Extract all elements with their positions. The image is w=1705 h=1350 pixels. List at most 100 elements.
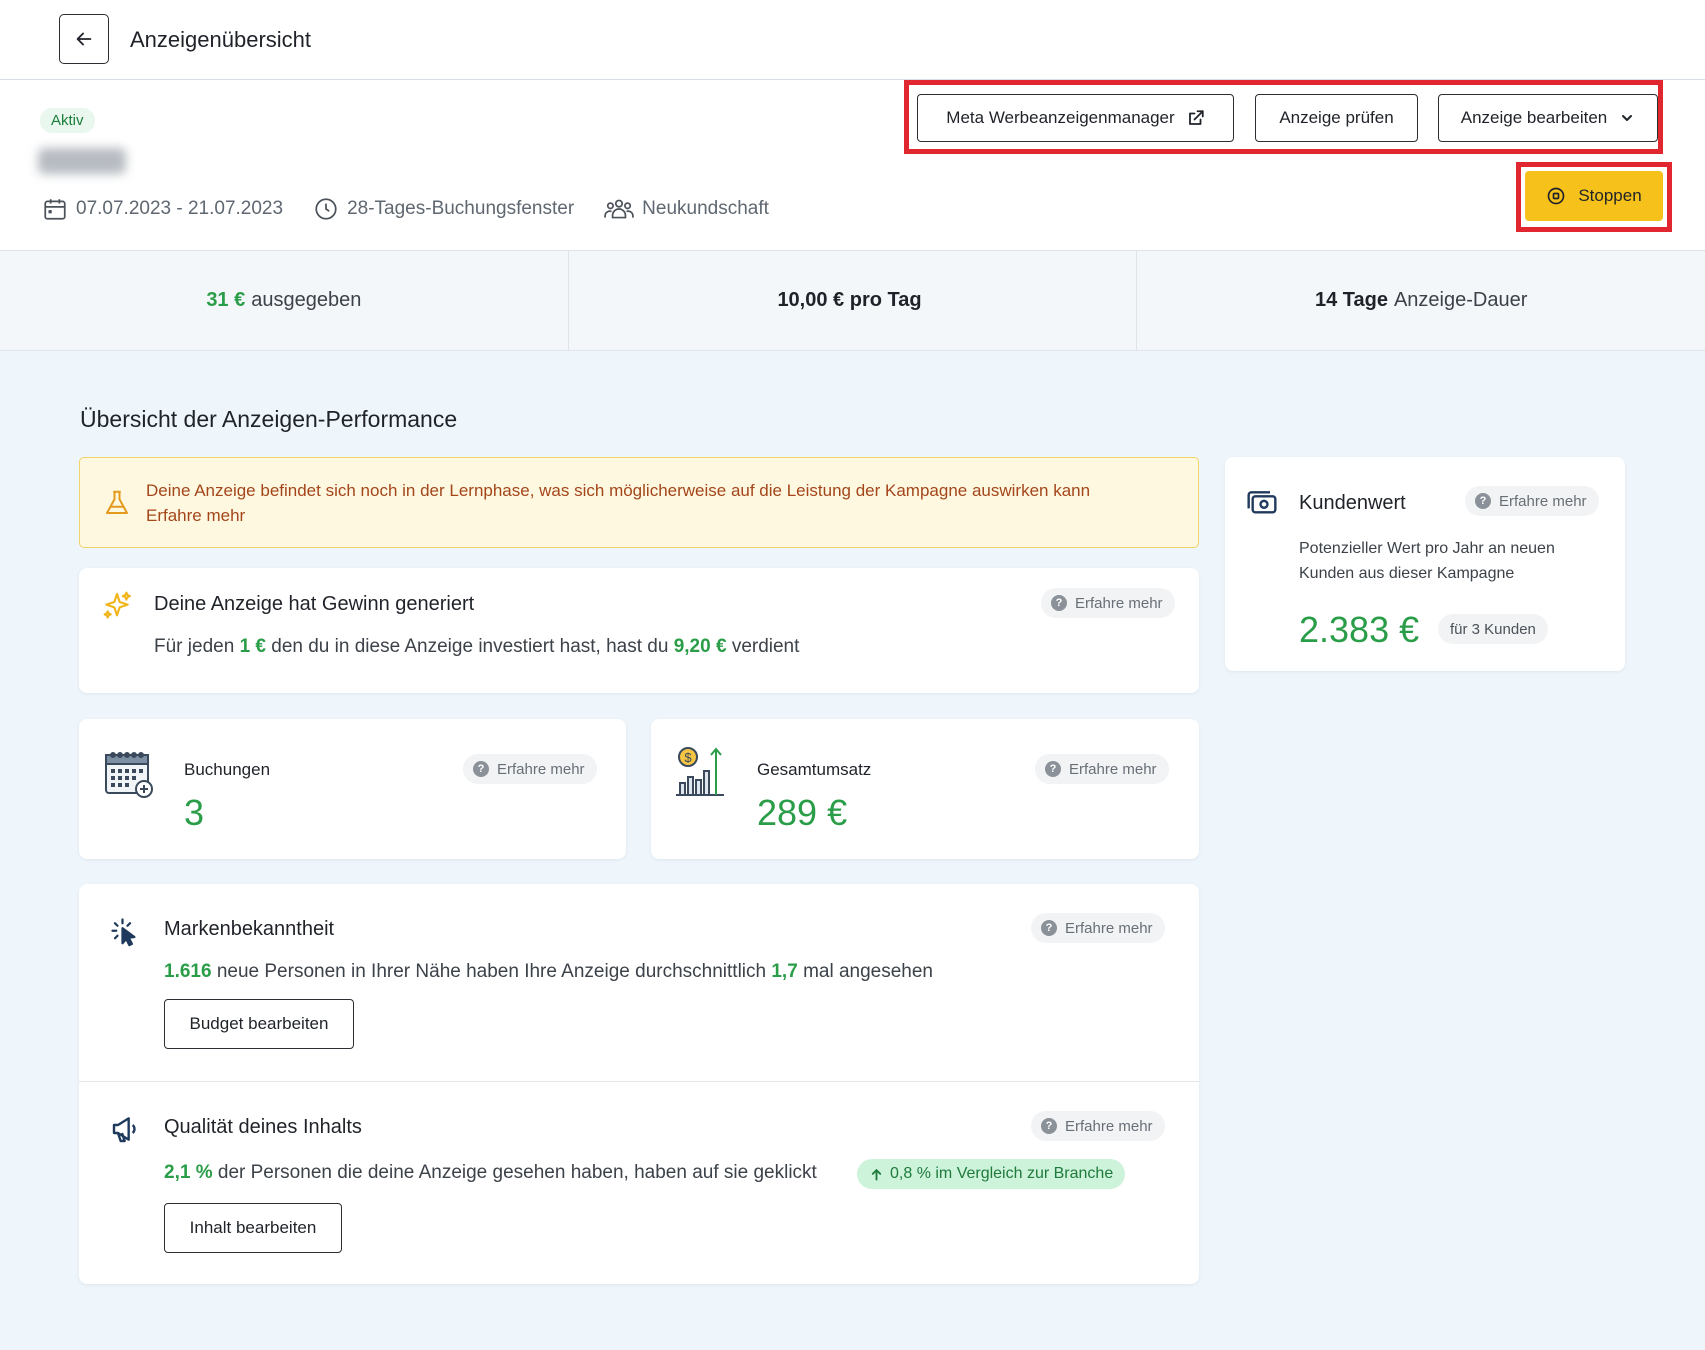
brand-people-value: 1.616 bbox=[164, 961, 212, 982]
back-button[interactable] bbox=[59, 14, 109, 64]
customer-value-learn-more[interactable]: ? Erfahre mehr bbox=[1465, 486, 1599, 516]
spent-label: ausgegeben bbox=[251, 289, 362, 311]
cursor-click-icon bbox=[111, 918, 136, 947]
brand-text: 1.616 neue Personen in Ihrer Nähe haben … bbox=[164, 961, 933, 983]
learn-more-label: Erfahre mehr bbox=[1065, 1117, 1153, 1135]
arrow-left-icon bbox=[76, 32, 92, 46]
money-icon bbox=[1247, 491, 1277, 514]
stop-label: Stoppen bbox=[1578, 186, 1642, 205]
revenue-value: 289 € bbox=[757, 792, 848, 833]
learning-phase-warning: Deine Anzeige befindet sich noch in der … bbox=[79, 457, 1199, 548]
revenue-card: $ Gesamtumsatz ? Erfahre mehr 289 € bbox=[651, 719, 1199, 859]
review-ad-button[interactable]: Anzeige prüfen bbox=[1255, 94, 1418, 142]
warning-learn-more-link[interactable]: Erfahre mehr bbox=[146, 506, 245, 526]
audience: Neukundschaft bbox=[604, 196, 769, 222]
bookings-title: Buchungen bbox=[184, 760, 271, 779]
calendar-grid-icon bbox=[105, 752, 153, 798]
quality-text: 2,1 % der Personen die deine Anzeige ges… bbox=[164, 1162, 817, 1184]
customer-value-title: Kundenwert bbox=[1299, 492, 1406, 514]
stat-per-day: 10,00 € pro Tag bbox=[569, 251, 1138, 350]
booking-window: 28-Tages-Buchungsfenster bbox=[313, 196, 574, 222]
profit-card: Deine Anzeige hat Gewinn generiert ? Erf… bbox=[79, 568, 1199, 693]
profit-invest-value: 1 € bbox=[239, 636, 266, 657]
meta-ads-manager-label: Meta Werbeanzeigenmanager bbox=[946, 108, 1175, 127]
question-icon: ? bbox=[1051, 595, 1067, 611]
status-badge: Aktiv bbox=[40, 108, 95, 133]
revenue-title: Gesamtumsatz bbox=[757, 760, 872, 779]
edit-ad-label: Anzeige bearbeiten bbox=[1460, 108, 1608, 127]
external-link-icon bbox=[1188, 110, 1204, 125]
clock-icon bbox=[315, 198, 337, 220]
svg-text:$: $ bbox=[684, 750, 692, 765]
calendar-icon bbox=[44, 199, 66, 220]
warning-text: Deine Anzeige befindet sich noch in der … bbox=[146, 481, 1091, 500]
profit-learn-more[interactable]: ? Erfahre mehr bbox=[1041, 588, 1175, 618]
learn-more-label: Erfahre mehr bbox=[497, 760, 585, 778]
section-title: Übersicht der Anzeigen-Performance bbox=[80, 406, 458, 432]
booking-window-text: 28-Tages-Buchungsfenster bbox=[347, 198, 575, 219]
megaphone-icon bbox=[112, 1117, 136, 1143]
brand-frequency-value: 1,7 bbox=[771, 961, 798, 982]
profit-text-1: Für jeden bbox=[154, 636, 235, 657]
question-icon: ? bbox=[1041, 920, 1057, 936]
quality-text-1: der Personen die deine Anzeige gesehen h… bbox=[217, 1162, 817, 1183]
meta-ads-manager-button[interactable]: Meta Werbeanzeigenmanager bbox=[917, 94, 1234, 142]
bookings-value: 3 bbox=[184, 792, 205, 833]
spent-value: 31 € bbox=[206, 289, 246, 311]
ad-name-blurred bbox=[38, 148, 126, 174]
brand-text-1: neue Personen in Ihrer Nähe haben Ihre A… bbox=[216, 961, 767, 982]
duration-label: Anzeige-Dauer bbox=[1393, 289, 1528, 311]
quality-learn-more[interactable]: ? Erfahre mehr bbox=[1031, 1111, 1165, 1141]
question-icon: ? bbox=[1041, 1118, 1057, 1134]
edit-content-button[interactable]: Inhalt bearbeiten bbox=[164, 1203, 342, 1253]
customer-value-amount: 2.383 € bbox=[1299, 609, 1420, 650]
edit-content-label: Inhalt bearbeiten bbox=[189, 1218, 317, 1237]
profit-text-2: den du in diese Anzeige investiert hast,… bbox=[271, 636, 669, 657]
bookings-learn-more[interactable]: ? Erfahre mehr bbox=[463, 754, 597, 784]
profit-text: Für jeden 1 € den du in diese Anzeige in… bbox=[154, 636, 799, 658]
bookings-card: Buchungen ? Erfahre mehr 3 bbox=[79, 719, 626, 859]
learn-more-label: Erfahre mehr bbox=[1069, 760, 1157, 778]
arrow-up-icon bbox=[871, 1168, 882, 1180]
stat-spent: 31 € ausgegeben bbox=[0, 251, 569, 350]
profit-earned-value: 9,20 € bbox=[673, 636, 727, 657]
industry-compare-text: 0,8 % im Vergleich zur Branche bbox=[890, 1165, 1114, 1182]
duration-value: 14 Tage bbox=[1314, 289, 1388, 311]
learn-more-label: Erfahre mehr bbox=[1075, 594, 1163, 612]
profit-title: Deine Anzeige hat Gewinn generiert bbox=[154, 593, 475, 615]
learn-more-label: Erfahre mehr bbox=[1065, 919, 1153, 937]
stat-duration: 14 Tage Anzeige-Dauer bbox=[1137, 251, 1705, 350]
review-ad-label: Anzeige prüfen bbox=[1279, 108, 1394, 127]
card-divider bbox=[79, 1081, 1199, 1082]
sparkle-icon bbox=[103, 591, 131, 619]
stats-row: 31 € ausgegeben 10,00 € pro Tag 14 Tage … bbox=[0, 250, 1705, 351]
people-icon bbox=[604, 199, 634, 219]
question-icon: ? bbox=[1045, 761, 1061, 777]
top-bar: Anzeigenübersicht bbox=[0, 0, 1705, 80]
stop-button[interactable]: Stoppen bbox=[1525, 171, 1663, 221]
brand-text-2: mal angesehen bbox=[803, 961, 933, 982]
audience-text: Neukundschaft bbox=[642, 198, 769, 219]
brand-title: Markenbekanntheit bbox=[164, 918, 335, 940]
stop-circle-icon bbox=[1547, 187, 1565, 205]
date-range-text: 07.07.2023 - 21.07.2023 bbox=[76, 198, 284, 219]
brand-learn-more[interactable]: ? Erfahre mehr bbox=[1031, 913, 1165, 943]
date-range: 07.07.2023 - 21.07.2023 bbox=[42, 196, 283, 222]
customer-count-badge: für 3 Kunden bbox=[1438, 614, 1548, 644]
industry-compare-badge: 0,8 % im Vergleich zur Branche bbox=[857, 1159, 1126, 1189]
quality-click-rate: 2,1 % bbox=[164, 1162, 213, 1183]
page-title: Anzeigenübersicht bbox=[130, 27, 312, 52]
brand-quality-card: Markenbekanntheit ? Erfahre mehr 1.616 n… bbox=[79, 884, 1199, 1284]
question-icon: ? bbox=[473, 761, 489, 777]
question-icon: ? bbox=[1475, 493, 1491, 509]
profit-text-3: verdient bbox=[731, 636, 800, 657]
customer-value-card: Kundenwert ? Erfahre mehr Potenzieller W… bbox=[1225, 457, 1625, 671]
edit-budget-button[interactable]: Budget bearbeiten bbox=[164, 999, 354, 1049]
customer-value-description: Potenzieller Wert pro Jahr an neuen Kund… bbox=[1299, 540, 1555, 582]
flask-icon bbox=[106, 490, 128, 514]
quality-title: Qualität deines Inhalts bbox=[164, 1116, 362, 1138]
edit-ad-dropdown-button[interactable]: Anzeige bearbeiten bbox=[1438, 94, 1658, 142]
revenue-learn-more[interactable]: ? Erfahre mehr bbox=[1035, 754, 1169, 784]
per-day-value: 10,00 € pro Tag bbox=[777, 289, 922, 311]
chevron-down-icon bbox=[1622, 115, 1633, 121]
